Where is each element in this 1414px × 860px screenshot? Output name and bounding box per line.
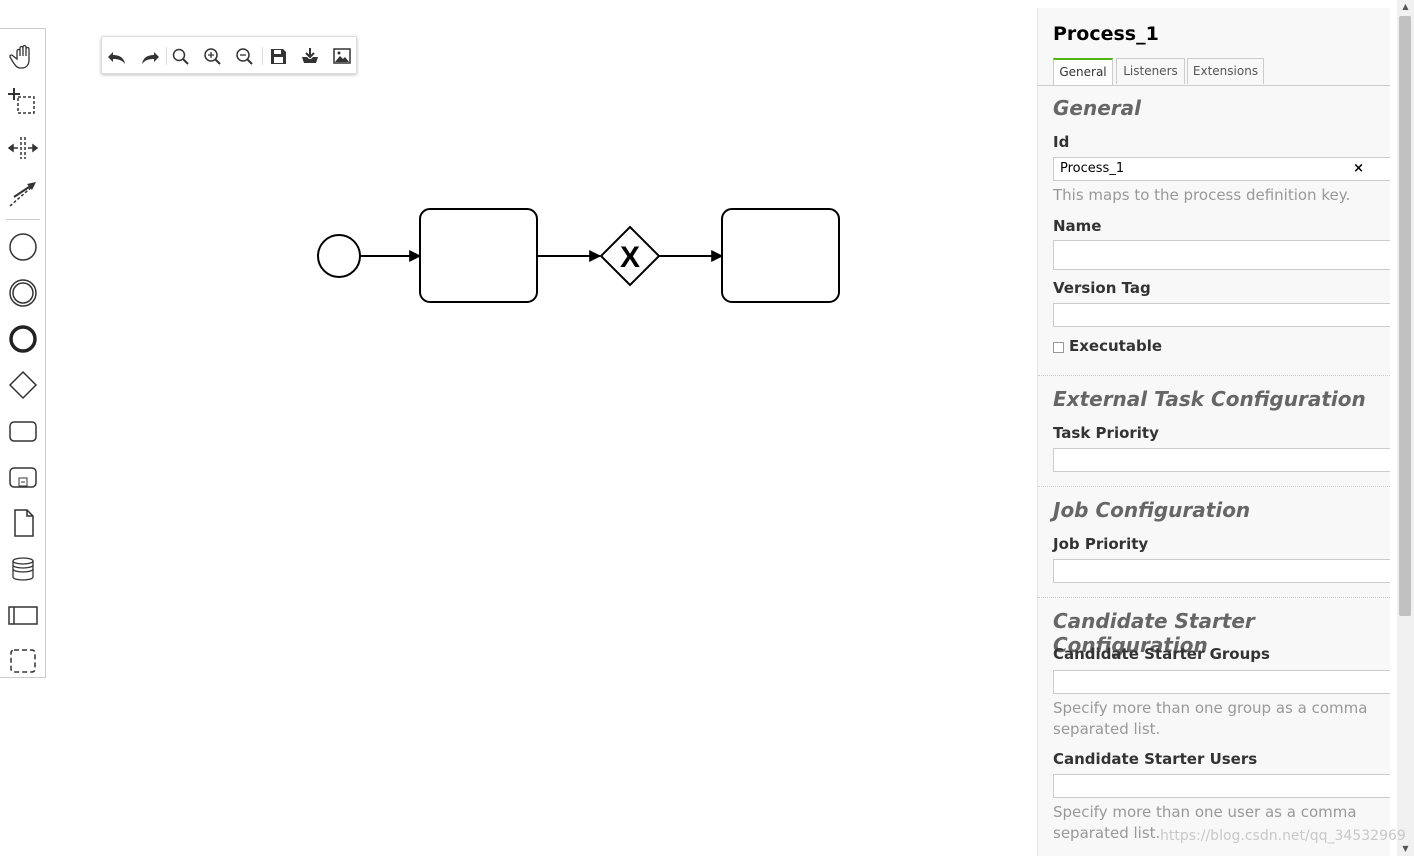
properties-panel: Process_1 General Listeners Extensions G… <box>1037 8 1390 856</box>
task-priority-label: Task Priority <box>1053 424 1159 442</box>
toolbar-separator <box>166 47 167 65</box>
version-tag-field[interactable] <box>1053 303 1390 327</box>
scroll-up-icon[interactable]: ▲ <box>1397 0 1414 14</box>
participant-icon[interactable] <box>4 596 42 634</box>
task-priority-field[interactable] <box>1053 448 1390 472</box>
name-label: Name <box>1053 217 1102 235</box>
start-event-icon[interactable] <box>4 228 42 266</box>
download-image-icon[interactable] <box>329 43 355 69</box>
group-divider <box>1038 486 1390 487</box>
task-2[interactable] <box>721 208 840 303</box>
subprocess-icon[interactable] <box>4 458 42 496</box>
connect-tool-icon[interactable] <box>4 175 42 213</box>
name-field[interactable] <box>1053 240 1390 270</box>
save-icon[interactable] <box>265 43 291 69</box>
candidate-groups-description: Specify more than one group as a comma s… <box>1053 699 1368 738</box>
scroll-down-icon[interactable]: ▼ <box>1397 842 1414 856</box>
top-toolbar <box>101 36 357 74</box>
lasso-tool-icon[interactable] <box>4 83 42 121</box>
tab-general[interactable]: General <box>1053 58 1113 85</box>
diagram-canvas[interactable]: X <box>0 0 1030 856</box>
data-store-icon[interactable] <box>4 550 42 588</box>
page-scrollbar[interactable]: ▲ ▼ <box>1397 0 1414 856</box>
clear-icon[interactable]: × <box>1353 161 1364 177</box>
task-icon[interactable] <box>4 412 42 450</box>
version-tag-label: Version Tag <box>1053 279 1151 297</box>
candidate-groups-field[interactable] <box>1053 670 1390 694</box>
palette-separator <box>6 219 40 220</box>
job-priority-field[interactable] <box>1053 559 1390 583</box>
zoom-in-icon[interactable] <box>200 43 226 69</box>
watermark: https://blog.csdn.net/qq_34532969 <box>1160 828 1406 844</box>
executable-label: Executable <box>1069 337 1163 355</box>
hand-tool-icon[interactable] <box>4 37 42 75</box>
panel-title: Process_1 <box>1053 23 1159 45</box>
group-title-job: Job Configuration <box>1053 498 1251 522</box>
start-event[interactable] <box>317 234 361 278</box>
id-value: Process_1 <box>1060 161 1125 176</box>
exclusive-gateway[interactable]: X <box>599 225 661 287</box>
bpmn-diagram[interactable]: X <box>0 0 1030 856</box>
tab-listeners[interactable]: Listeners <box>1116 58 1185 84</box>
space-tool-icon[interactable] <box>4 129 42 167</box>
candidate-groups-label: Candidate Starter Groups <box>1053 645 1270 663</box>
job-priority-label: Job Priority <box>1053 535 1149 553</box>
executable-checkbox[interactable] <box>1053 342 1064 353</box>
intermediate-event-icon[interactable] <box>4 274 42 312</box>
gateway-marker: X <box>620 241 640 274</box>
end-event-icon[interactable] <box>4 320 42 358</box>
scroll-thumb[interactable] <box>1399 16 1411 616</box>
data-object-icon[interactable] <box>4 504 42 542</box>
candidate-users-field[interactable] <box>1053 774 1390 798</box>
group-divider <box>1038 375 1390 376</box>
group-title-general: General <box>1053 96 1141 120</box>
redo-icon[interactable] <box>136 43 162 69</box>
undo-icon[interactable] <box>105 43 131 69</box>
group-title-external-task: External Task Configuration <box>1053 387 1366 411</box>
zoom-reset-icon[interactable] <box>168 43 194 69</box>
candidate-users-label: Candidate Starter Users <box>1053 750 1258 768</box>
task-1[interactable] <box>419 208 538 303</box>
group-divider <box>1038 597 1390 598</box>
download-bpmn-icon[interactable] <box>297 43 323 69</box>
palette <box>0 28 46 678</box>
id-field[interactable]: Process_1 × <box>1053 157 1390 181</box>
gateway-icon[interactable] <box>4 366 42 404</box>
tab-extensions[interactable]: Extensions <box>1187 58 1264 84</box>
zoom-out-icon[interactable] <box>232 43 258 69</box>
group-icon[interactable] <box>4 642 42 680</box>
id-description: This maps to the process definition key. <box>1053 186 1351 204</box>
toolbar-separator <box>262 47 263 65</box>
panel-tabs: General Listeners Extensions <box>1038 58 1390 86</box>
id-label: Id <box>1053 133 1070 151</box>
